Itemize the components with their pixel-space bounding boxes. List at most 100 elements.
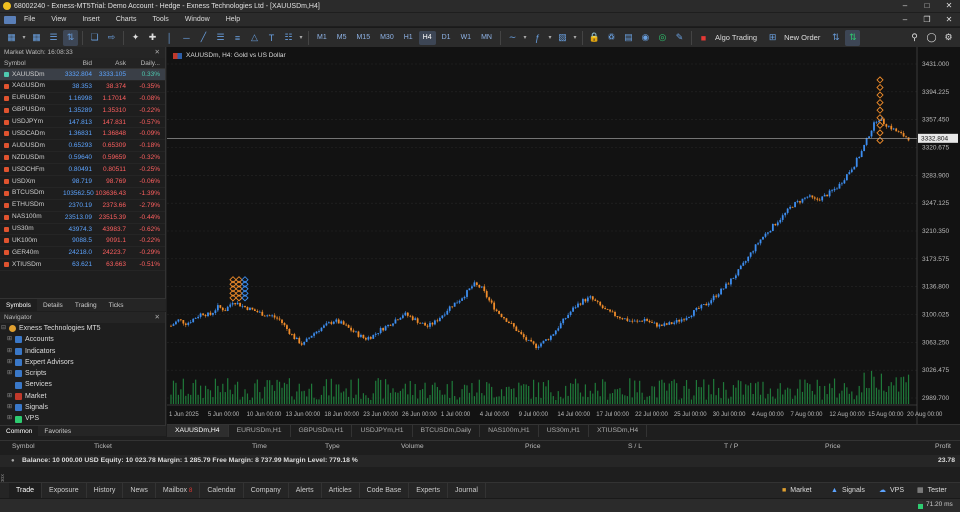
menu-tools[interactable]: Tools: [144, 16, 176, 23]
signals-icon[interactable]: ♽: [604, 30, 619, 46]
objects-icon[interactable]: ☷: [281, 30, 296, 46]
trade-marker[interactable]: [876, 83, 884, 92]
timeframe-h1[interactable]: H1: [400, 31, 417, 45]
trade-col-profit[interactable]: Profit: [935, 443, 951, 450]
trade-col-sl[interactable]: S / L: [628, 443, 642, 450]
market-watch-row[interactable]: US30m 43974.3 43983.7 -0.62%: [0, 224, 165, 236]
minimize-window-button[interactable]: –: [894, 0, 916, 12]
timeframe-mn[interactable]: MN: [477, 31, 496, 45]
tab-experts[interactable]: Experts: [409, 482, 448, 499]
tab-articles[interactable]: Articles: [322, 482, 360, 499]
tab-company[interactable]: Company: [244, 482, 289, 499]
market-watch-row[interactable]: XAUUSDm 3332.804 3333.105 0.33%: [0, 69, 165, 81]
vps-button[interactable]: ☁ VPS: [879, 483, 904, 499]
vps-icon[interactable]: ◎: [655, 30, 670, 46]
market-watch-row[interactable]: USDCHFm 0.80491 0.80511 -0.25%: [0, 164, 165, 177]
market-watch-row[interactable]: GBPUSDm 1.35289 1.35310 -0.22%: [0, 105, 165, 117]
balance-expand-icon[interactable]: ●: [11, 455, 15, 467]
market-watch-row[interactable]: AUDUSDm 0.65293 0.65309 -0.18%: [0, 140, 165, 153]
tab-journal[interactable]: Journal: [448, 482, 486, 499]
tab-favorites[interactable]: Favorites: [38, 426, 77, 436]
account-icon[interactable]: ◯: [924, 30, 939, 46]
timeframe-m15[interactable]: M15: [352, 31, 374, 45]
price-chart[interactable]: 3431.000 3394.225 3357.450 3320.675 3283.900…: [167, 47, 960, 424]
market-watch-row[interactable]: NAS100m 23513.09 23515.39 -0.44%: [0, 212, 165, 224]
timeframe-m1[interactable]: M1: [313, 31, 331, 45]
new-chart-icon[interactable]: ▦: [4, 30, 19, 46]
metaeditor-icon[interactable]: ✎: [672, 30, 687, 46]
equidistant-channel-icon[interactable]: ☰: [213, 30, 228, 46]
market-watch-icon[interactable]: ☰: [46, 30, 61, 46]
trade-marker[interactable]: [876, 91, 884, 99]
balance-row[interactable]: ● Balance: 10 000.00 USD Equity: 10 023.…: [0, 455, 960, 467]
menu-file[interactable]: File: [16, 16, 43, 23]
navigator-item-services[interactable]: Services: [0, 379, 165, 390]
market-icon[interactable]: ◉: [638, 30, 653, 46]
trade-col-time[interactable]: Time: [252, 443, 267, 450]
templates-icon[interactable]: ▧: [555, 30, 570, 46]
templates-dropdown-icon[interactable]: ▾: [572, 30, 578, 46]
tab-details[interactable]: Details: [37, 299, 69, 311]
trade-col-tp[interactable]: T / P: [724, 443, 738, 450]
menu-insert[interactable]: Insert: [74, 16, 108, 23]
one-click-trading-icon[interactable]: ⇅: [828, 30, 843, 46]
expand-icon[interactable]: ⊞: [6, 413, 13, 424]
expand-icon[interactable]: ⊞: [6, 402, 13, 413]
tab-exposure[interactable]: Exposure: [42, 482, 87, 499]
chart-canvas[interactable]: 3431.000 3394.225 3357.450 3320.675 3283.900…: [167, 47, 960, 424]
tab-alerts[interactable]: Alerts: [289, 482, 322, 499]
chart-type-dropdown-icon[interactable]: ▾: [522, 30, 528, 46]
market-watch-row[interactable]: NZDUSDm 0.59640 0.59659 -0.32%: [0, 152, 165, 165]
calendar-icon[interactable]: ▤: [621, 30, 636, 46]
column-daily[interactable]: Daily...: [128, 58, 164, 68]
trade-col-symbol[interactable]: Symbol: [12, 443, 35, 450]
chart-tab-gbpusdm-h1[interactable]: GBPUSDm,H1: [291, 425, 353, 437]
minimize-chart-button[interactable]: –: [894, 13, 916, 26]
chart-tab-xauusdm-h4[interactable]: XAUUSDm,H4: [167, 425, 229, 437]
horizontal-line-icon[interactable]: ─: [179, 30, 194, 46]
text-icon[interactable]: T: [264, 30, 279, 46]
column-symbol[interactable]: Symbol: [0, 58, 63, 68]
trade-marker[interactable]: [876, 98, 884, 107]
timeframe-h4[interactable]: H4: [418, 30, 436, 45]
navigator-item-expert-advisors[interactable]: ⊞ Expert Advisors: [0, 357, 165, 368]
expand-icon[interactable]: ⊞: [6, 346, 13, 357]
trade-col-ticket[interactable]: Ticket: [94, 443, 112, 450]
expand-icon[interactable]: ⊞: [6, 357, 13, 368]
new-order-icon[interactable]: ⊞: [765, 30, 780, 46]
data-window-icon[interactable]: ⇅: [63, 29, 78, 46]
new-order-button[interactable]: New Order: [784, 33, 820, 42]
navigator-item-signals[interactable]: ⊞ Signals: [0, 402, 165, 413]
tab-trade[interactable]: Trade: [9, 482, 43, 499]
chart-tab-nas100m-h1[interactable]: NAS100m,H1: [480, 425, 539, 437]
market-watch-row[interactable]: UK100m 9088.5 9091.1 -0.22%: [0, 235, 165, 248]
indicators-dropdown-icon[interactable]: ▾: [547, 30, 553, 46]
menu-view[interactable]: View: [43, 16, 74, 23]
connection-status-icon[interactable]: [918, 501, 923, 509]
tab-history[interactable]: History: [87, 482, 124, 499]
restore-chart-button[interactable]: ❐: [916, 13, 938, 26]
navigator-item-broker[interactable]: ⊟ Exness Technologies MT5: [0, 323, 165, 334]
chart-tab-xtiusdm-h4[interactable]: XTIUSDm,H4: [589, 425, 648, 437]
trade-col-price[interactable]: Price: [525, 443, 541, 450]
tab-ticks[interactable]: Ticks: [103, 299, 130, 311]
tab-calendar[interactable]: Calendar: [200, 482, 244, 499]
chart-type-icon[interactable]: ∼: [505, 30, 520, 46]
navigator-item-scripts[interactable]: ⊞ Scripts: [0, 368, 165, 379]
trade-marker[interactable]: [876, 129, 884, 137]
chart-window-icon[interactable]: [4, 15, 16, 24]
close-icon[interactable]: ✕: [155, 312, 160, 323]
chart-tab-btcusdm-daily[interactable]: BTCUSDm,Daily: [413, 425, 481, 437]
market-watch-row[interactable]: USDCADm 1.36831 1.36848 -0.09%: [0, 128, 165, 141]
trade-col-current-price[interactable]: Price: [825, 443, 841, 450]
tab-trading[interactable]: Trading: [69, 299, 103, 311]
trade-marker[interactable]: [876, 121, 884, 129]
indicators-icon[interactable]: ƒ: [530, 30, 545, 46]
trade-col-volume[interactable]: Volume: [401, 443, 424, 450]
lock-icon[interactable]: 🔒: [587, 30, 602, 46]
timeframe-w1[interactable]: W1: [457, 31, 476, 45]
chart-tab-usdjpym-h1[interactable]: USDJPYm,H1: [352, 425, 413, 437]
vertical-line-icon[interactable]: │: [162, 30, 177, 46]
tab-common[interactable]: Common: [0, 426, 39, 436]
market-button[interactable]: ■ Market: [782, 483, 812, 499]
